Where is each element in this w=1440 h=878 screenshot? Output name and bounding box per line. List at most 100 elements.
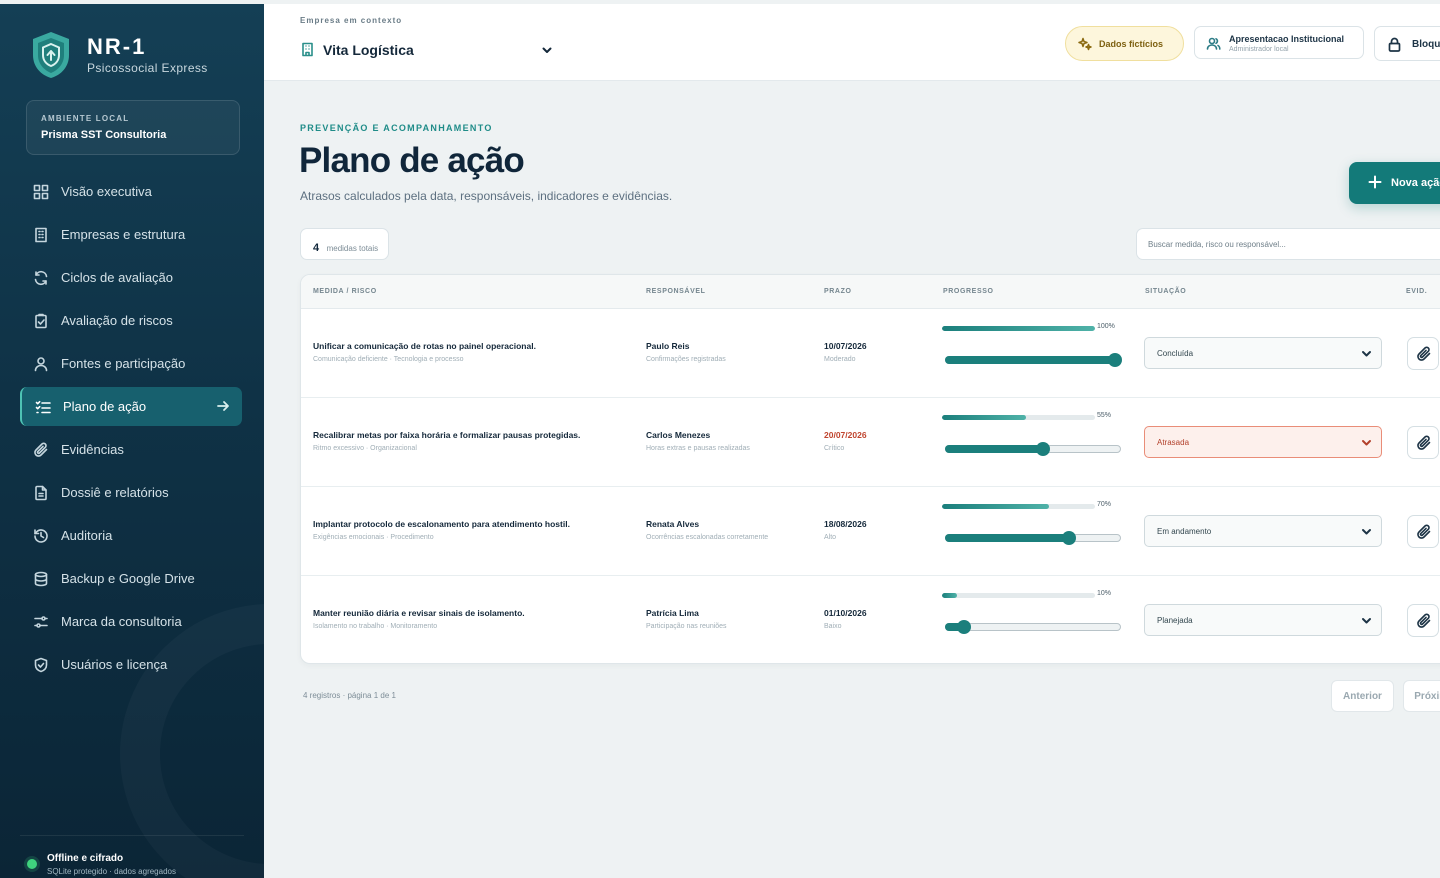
chevron-down-icon[interactable] <box>540 43 554 57</box>
total-count: 4 <box>313 242 320 254</box>
progress-slider-thumb[interactable] <box>1108 353 1122 367</box>
attach-evidence-button[interactable] <box>1407 604 1439 637</box>
next-page-button[interactable]: Próxima <box>1403 680 1440 712</box>
progress-slider[interactable] <box>945 620 1121 634</box>
action-risk-meta: Isolamento no trabalho · Monitoramento <box>313 623 438 630</box>
progress-bar-fill <box>942 504 1050 509</box>
progress-slider-thumb[interactable] <box>1036 442 1050 456</box>
chevron-down-icon <box>1361 437 1372 448</box>
column-header-responsavel[interactable]: RESPONSÁVEL <box>646 288 706 295</box>
history-icon <box>33 528 49 544</box>
responsible-indicator: Ocorrências escalonadas corretamente <box>646 534 769 541</box>
progress-bar-fill <box>942 415 1027 420</box>
progress-slider-fill <box>945 534 1068 542</box>
sidebar-nav: Visão executiva Empresas e estrutura Cic… <box>20 172 242 688</box>
sidebar-item-fontes[interactable]: Fontes e participação <box>20 344 242 383</box>
page-title: Plano de ação <box>299 141 525 180</box>
attach-evidence-button[interactable] <box>1407 426 1439 459</box>
progress-slider-fill <box>945 356 1121 364</box>
progress-bar <box>942 326 1095 331</box>
sidebar: NR-1 Psicossocial Express AMBIENTE LOCAL… <box>0 4 264 878</box>
refresh-icon <box>33 270 49 286</box>
status-title: Offline e cifrado <box>47 853 124 864</box>
attach-evidence-button[interactable] <box>1407 515 1439 548</box>
progress-slider-thumb[interactable] <box>957 620 971 634</box>
column-header-prazo[interactable]: PRAZO <box>824 288 852 295</box>
database-icon <box>33 571 49 587</box>
responsible-name: Paulo Reis <box>646 341 690 351</box>
sidebar-item-marca[interactable]: Marca da consultoria <box>20 602 242 641</box>
building-icon <box>33 227 49 243</box>
search-input[interactable] <box>1136 228 1440 260</box>
new-action-label: Nova ação <box>1391 177 1440 189</box>
status-select-value: Atrasada <box>1157 438 1190 447</box>
risk-level: Baixo <box>824 623 842 630</box>
users-icon <box>1206 37 1221 50</box>
lock-button[interactable]: Bloquear <box>1374 26 1440 61</box>
risk-level: Moderado <box>824 356 856 363</box>
sidebar-item-ciclos[interactable]: Ciclos de avaliação <box>20 258 242 297</box>
users-icon <box>33 356 49 372</box>
action-risk-meta: Exigências emocionais · Procedimento <box>313 534 434 541</box>
progress-slider-thumb[interactable] <box>1062 531 1076 545</box>
total-count-label: medidas totais <box>326 244 379 253</box>
sidebar-item-empresas[interactable]: Empresas e estrutura <box>20 215 242 254</box>
company-selector[interactable]: Vita Logística <box>323 42 414 58</box>
user-role: Administrador local <box>1229 46 1289 53</box>
action-title: Manter reunião diária e revisar sinais d… <box>313 608 525 618</box>
page-subtitle: Atrasos calculados pela data, responsáve… <box>300 189 673 203</box>
progress-slider[interactable] <box>945 442 1121 456</box>
status-select[interactable]: Em andamento <box>1144 515 1382 547</box>
previous-page-button[interactable]: Anterior <box>1331 680 1394 712</box>
sidebar-item-backup[interactable]: Backup e Google Drive <box>20 559 242 598</box>
chevron-down-icon <box>1361 348 1372 359</box>
sidebar-item-avaliacao-riscos[interactable]: Avaliação de riscos <box>20 301 242 340</box>
total-count-chip: 4 medidas totais <box>300 228 389 260</box>
action-risk-meta: Comunicação deficiente · Tecnologia e pr… <box>313 356 464 363</box>
progress-bar-fill <box>942 593 958 598</box>
column-header-medida[interactable]: MEDIDA / RISCO <box>313 288 377 295</box>
status-select-value: Planejada <box>1157 616 1193 625</box>
status-select[interactable]: Atrasada <box>1144 426 1382 458</box>
progress-slider[interactable] <box>945 531 1121 545</box>
demo-data-badge[interactable]: Dados fictícios <box>1065 26 1184 61</box>
action-title: Recalibrar metas por faixa horária e for… <box>313 430 581 440</box>
column-header-situacao[interactable]: SITUAÇÃO <box>1145 288 1186 295</box>
progress-slider[interactable] <box>945 353 1122 367</box>
sidebar-item-usuarios[interactable]: Usuários e licença <box>20 645 242 684</box>
plus-icon <box>1368 175 1382 189</box>
action-risk-meta: Ritmo excessivo · Organizacional <box>313 445 417 452</box>
chevron-down-icon <box>1361 526 1372 537</box>
clipboard-check-icon <box>33 313 49 329</box>
status-online-dot <box>27 859 37 869</box>
user-name: Apresentacao Institucional <box>1229 34 1345 44</box>
sparkles-icon <box>1078 37 1092 51</box>
sidebar-item-plano-acao[interactable]: Plano de ação <box>20 387 242 426</box>
context-label: Empresa em contexto <box>300 16 403 25</box>
sidebar-item-label: Empresas e estrutura <box>61 227 186 242</box>
table-row: Recalibrar metas por faixa horária e for… <box>301 398 1440 487</box>
progress-bar <box>942 593 1095 598</box>
progress-bar <box>942 504 1095 509</box>
responsible-indicator: Confirmações registradas <box>646 356 726 363</box>
sidebar-item-label: Plano de ação <box>63 399 147 414</box>
column-header-evidencias[interactable]: EVID. <box>1406 288 1427 295</box>
chevron-down-icon <box>1361 615 1372 626</box>
sidebar-item-label: Auditoria <box>61 528 113 543</box>
column-header-progresso[interactable]: PROGRESSO <box>943 288 994 295</box>
sidebar-item-label: Ciclos de avaliação <box>61 270 174 285</box>
sidebar-item-label: Usuários e licença <box>61 657 168 672</box>
user-menu[interactable]: Apresentacao Institucional Administrador… <box>1194 26 1364 59</box>
sidebar-item-auditoria[interactable]: Auditoria <box>20 516 242 555</box>
shield-logo-icon <box>30 30 72 80</box>
new-action-button[interactable]: Nova ação <box>1349 162 1440 204</box>
responsible-name: Renata Alves <box>646 519 700 529</box>
status-select[interactable]: Planejada <box>1144 604 1382 636</box>
attach-evidence-button[interactable] <box>1407 337 1439 370</box>
sidebar-item-visao-executiva[interactable]: Visão executiva <box>20 172 242 211</box>
sidebar-item-evidencias[interactable]: Evidências <box>20 430 242 469</box>
sidebar-item-label: Marca da consultoria <box>61 614 182 629</box>
actions-table: MEDIDA / RISCO RESPONSÁVEL PRAZO PROGRES… <box>300 274 1440 664</box>
sidebar-item-dossie[interactable]: Dossiê e relatórios <box>20 473 242 512</box>
status-select[interactable]: Concluída <box>1144 337 1382 369</box>
